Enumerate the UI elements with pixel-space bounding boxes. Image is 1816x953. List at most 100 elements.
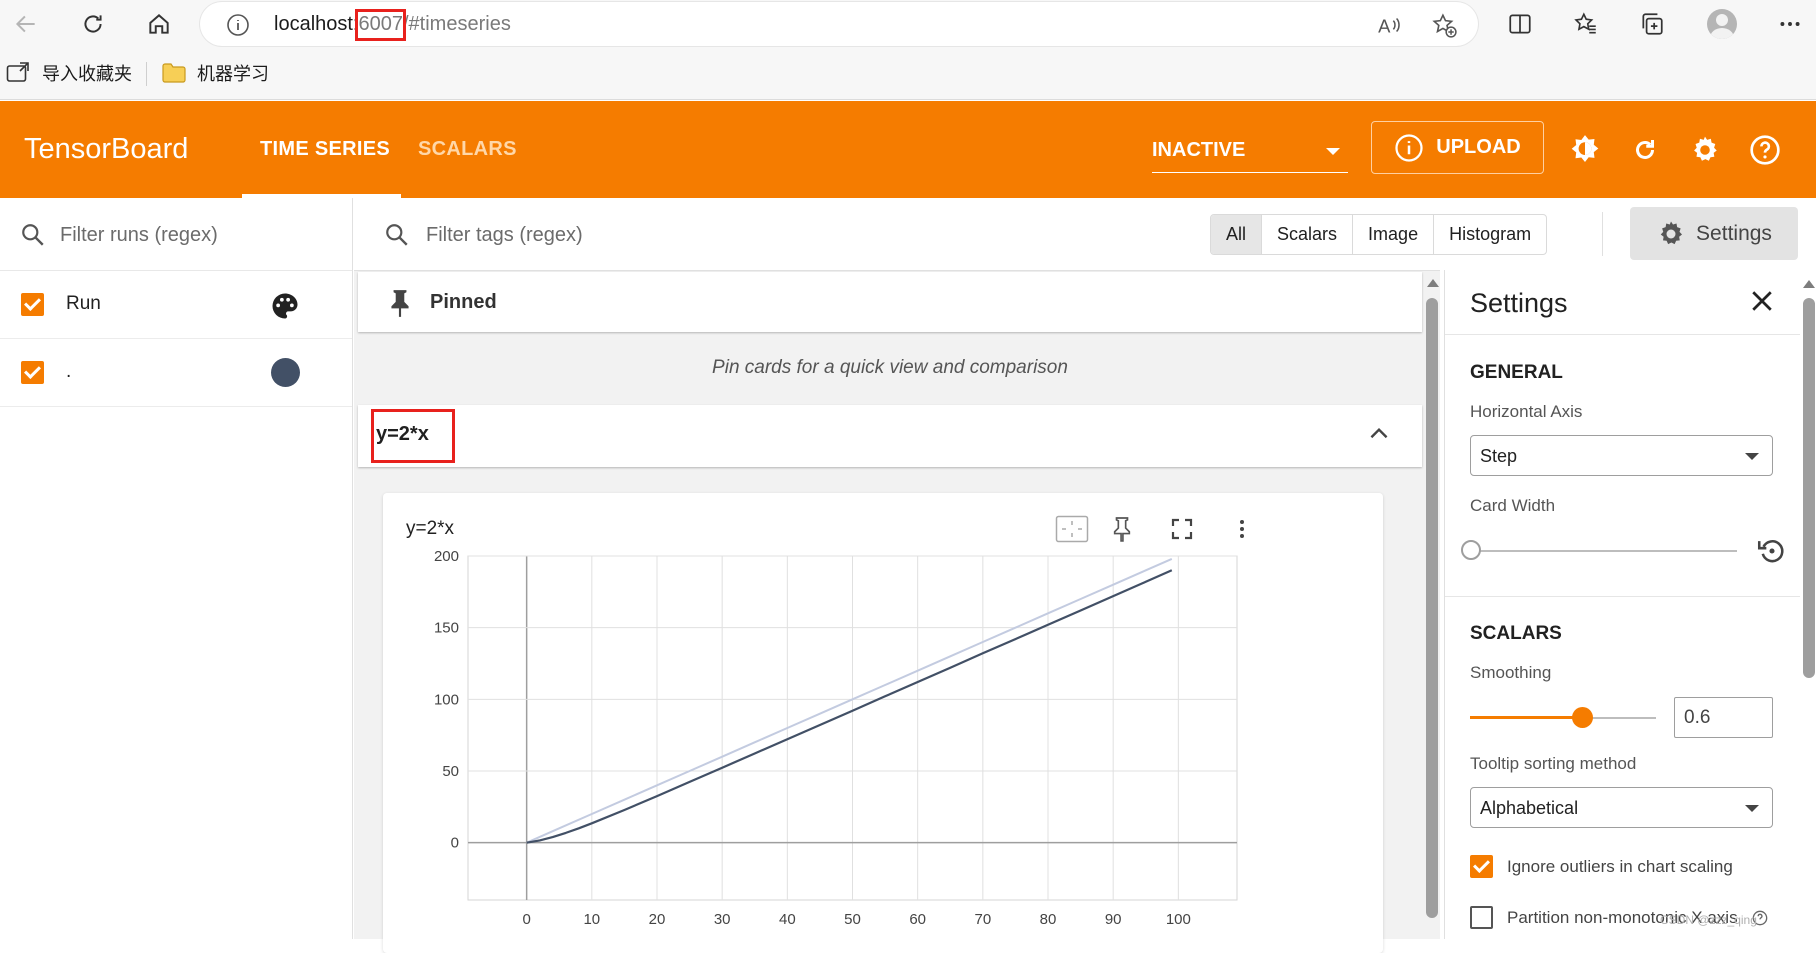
filter-scalars-button[interactable]: Scalars <box>1261 215 1352 254</box>
favorite-label: 机器学习 <box>197 64 269 84</box>
x-tick-label: 0 <box>522 911 530 928</box>
horizontal-axis-label: Horizontal Axis <box>1470 402 1583 421</box>
home-button[interactable] <box>141 6 177 42</box>
pin-icon <box>391 290 409 317</box>
more-vertical-icon <box>1240 520 1244 538</box>
tags-filter-input[interactable]: Filter tags (regex) <box>426 224 583 247</box>
pin-card-button[interactable] <box>1104 511 1140 547</box>
line-chart[interactable]: 0 10 20 30 40 50 60 70 80 90 100 0 50 100 150 200 <box>383 548 1383 948</box>
address-bar[interactable]: localhost:6007/#timeseries A <box>200 2 1478 46</box>
smoothing-slider-fill <box>1470 716 1582 719</box>
chevron-down-icon <box>1745 805 1759 812</box>
ignore-outliers-option[interactable]: Ignore outliers in chart scaling <box>1470 855 1733 878</box>
theme-toggle-button[interactable] <box>1568 133 1602 167</box>
x-tick-label: 80 <box>1040 911 1057 928</box>
pinned-label: Pinned <box>430 291 497 313</box>
run-checkbox[interactable] <box>21 293 44 316</box>
close-icon[interactable] <box>1747 286 1777 316</box>
brand-title: TensorBoard <box>24 133 189 165</box>
palette-icon[interactable] <box>270 291 300 321</box>
gear-icon <box>1694 136 1717 161</box>
card-width-label: Card Width <box>1470 496 1556 515</box>
scroll-up-arrow-icon[interactable] <box>1427 279 1439 287</box>
search-icon <box>22 224 44 246</box>
chevron-down-icon <box>1745 453 1759 460</box>
fullsize-button[interactable] <box>1164 511 1200 547</box>
card-type-toggle: All Scalars Image Histogram <box>1210 214 1548 255</box>
general-heading: GENERAL <box>1470 362 1563 383</box>
avatar <box>1707 9 1737 39</box>
plugin-select-value: INACTIVE <box>1152 139 1246 161</box>
y-tick-label: 0 <box>451 835 459 852</box>
help-button[interactable] <box>1748 133 1782 167</box>
search-icon <box>386 224 408 246</box>
favorite-import[interactable]: 导入收藏夹 <box>6 60 132 86</box>
favorites-button[interactable] <box>1568 6 1604 42</box>
card-width-slider-thumb[interactable] <box>1461 540 1481 560</box>
run-checkbox[interactable] <box>21 361 44 384</box>
plugin-select[interactable]: INACTIVE <box>1152 137 1348 173</box>
y-tick-label: 100 <box>434 691 459 708</box>
tags-filter-bar: Filter tags (regex) All Scalars Image Hi… <box>354 198 1603 271</box>
settings-button[interactable] <box>1688 133 1722 167</box>
folder-icon <box>162 63 186 83</box>
refresh-icon <box>84 15 102 33</box>
tooltip-sorting-select[interactable]: Alphabetical <box>1470 787 1773 828</box>
fit-domain-button[interactable] <box>1054 511 1090 547</box>
favorites-divider <box>146 62 147 86</box>
run-color-swatch[interactable] <box>271 358 300 387</box>
tab-time-series[interactable]: TIME SERIES <box>260 138 390 161</box>
scroll-up-arrow-icon[interactable] <box>1803 280 1815 288</box>
smoothing-input[interactable]: 0.6 <box>1674 697 1773 738</box>
favorite-ml-folder[interactable]: 机器学习 <box>161 60 269 86</box>
split-screen-button[interactable] <box>1502 6 1538 42</box>
info-icon[interactable] <box>226 13 250 37</box>
main-scrollbar[interactable] <box>1426 298 1438 918</box>
run-name: . <box>66 361 72 382</box>
reset-icon[interactable] <box>1755 534 1789 568</box>
tooltip-sorting-label: Tooltip sorting method <box>1470 754 1637 773</box>
y-tick-label: 50 <box>442 763 459 780</box>
run-name: Run <box>66 293 101 314</box>
settings-toggle-button[interactable]: Settings <box>1630 207 1798 260</box>
settings-scroll-thumb[interactable] <box>1803 298 1815 678</box>
back-button[interactable] <box>8 6 44 42</box>
card-width-slider[interactable] <box>1479 550 1737 552</box>
partition-checkbox[interactable] <box>1470 906 1493 929</box>
reload-button[interactable] <box>1628 133 1662 167</box>
settings-scrollbar[interactable] <box>1800 270 1816 939</box>
smoothing-slider-thumb[interactable] <box>1571 707 1593 728</box>
runs-filter[interactable]: Filter runs (regex) <box>0 198 352 271</box>
x-tick-label: 60 <box>909 911 926 928</box>
split-screen-icon <box>1509 14 1531 34</box>
url-text[interactable]: localhost:6007/#timeseries <box>274 9 511 41</box>
x-tick-label: 70 <box>974 911 991 928</box>
add-favorite-icon[interactable] <box>1431 12 1457 38</box>
runs-panel: Filter runs (regex) Run . <box>0 198 353 939</box>
run-row: . <box>0 339 352 407</box>
divider <box>1445 334 1800 335</box>
filter-all-button[interactable]: All <box>1211 215 1262 254</box>
tab-scalars[interactable]: SCALARS <box>418 138 517 161</box>
filter-image-button[interactable]: Image <box>1352 215 1433 254</box>
collections-icon <box>1642 13 1663 35</box>
url-path: /#timeseries <box>403 13 511 35</box>
fit-to-data-icon <box>1055 515 1089 543</box>
filter-histogram-button[interactable]: Histogram <box>1433 215 1546 254</box>
card-menu-button[interactable] <box>1224 511 1260 547</box>
series-layer <box>526 557 1173 844</box>
toolbar-divider <box>1602 212 1603 256</box>
collections-button[interactable] <box>1634 6 1670 42</box>
read-aloud-icon[interactable]: A <box>1376 12 1402 38</box>
brightness-icon <box>1571 135 1599 163</box>
refresh-button[interactable] <box>75 6 111 42</box>
card-group-header[interactable]: y=2*x <box>358 405 1422 467</box>
pinned-section-header: Pinned <box>358 272 1422 332</box>
chevron-up-icon[interactable] <box>1366 421 1392 447</box>
profile-button[interactable] <box>1704 6 1740 42</box>
more-button[interactable] <box>1772 6 1808 42</box>
upload-button[interactable]: UPLOAD <box>1371 121 1544 174</box>
ignore-outliers-checkbox[interactable] <box>1470 855 1493 878</box>
chevron-down-icon <box>1326 148 1340 155</box>
horizontal-axis-select[interactable]: Step <box>1470 435 1773 476</box>
